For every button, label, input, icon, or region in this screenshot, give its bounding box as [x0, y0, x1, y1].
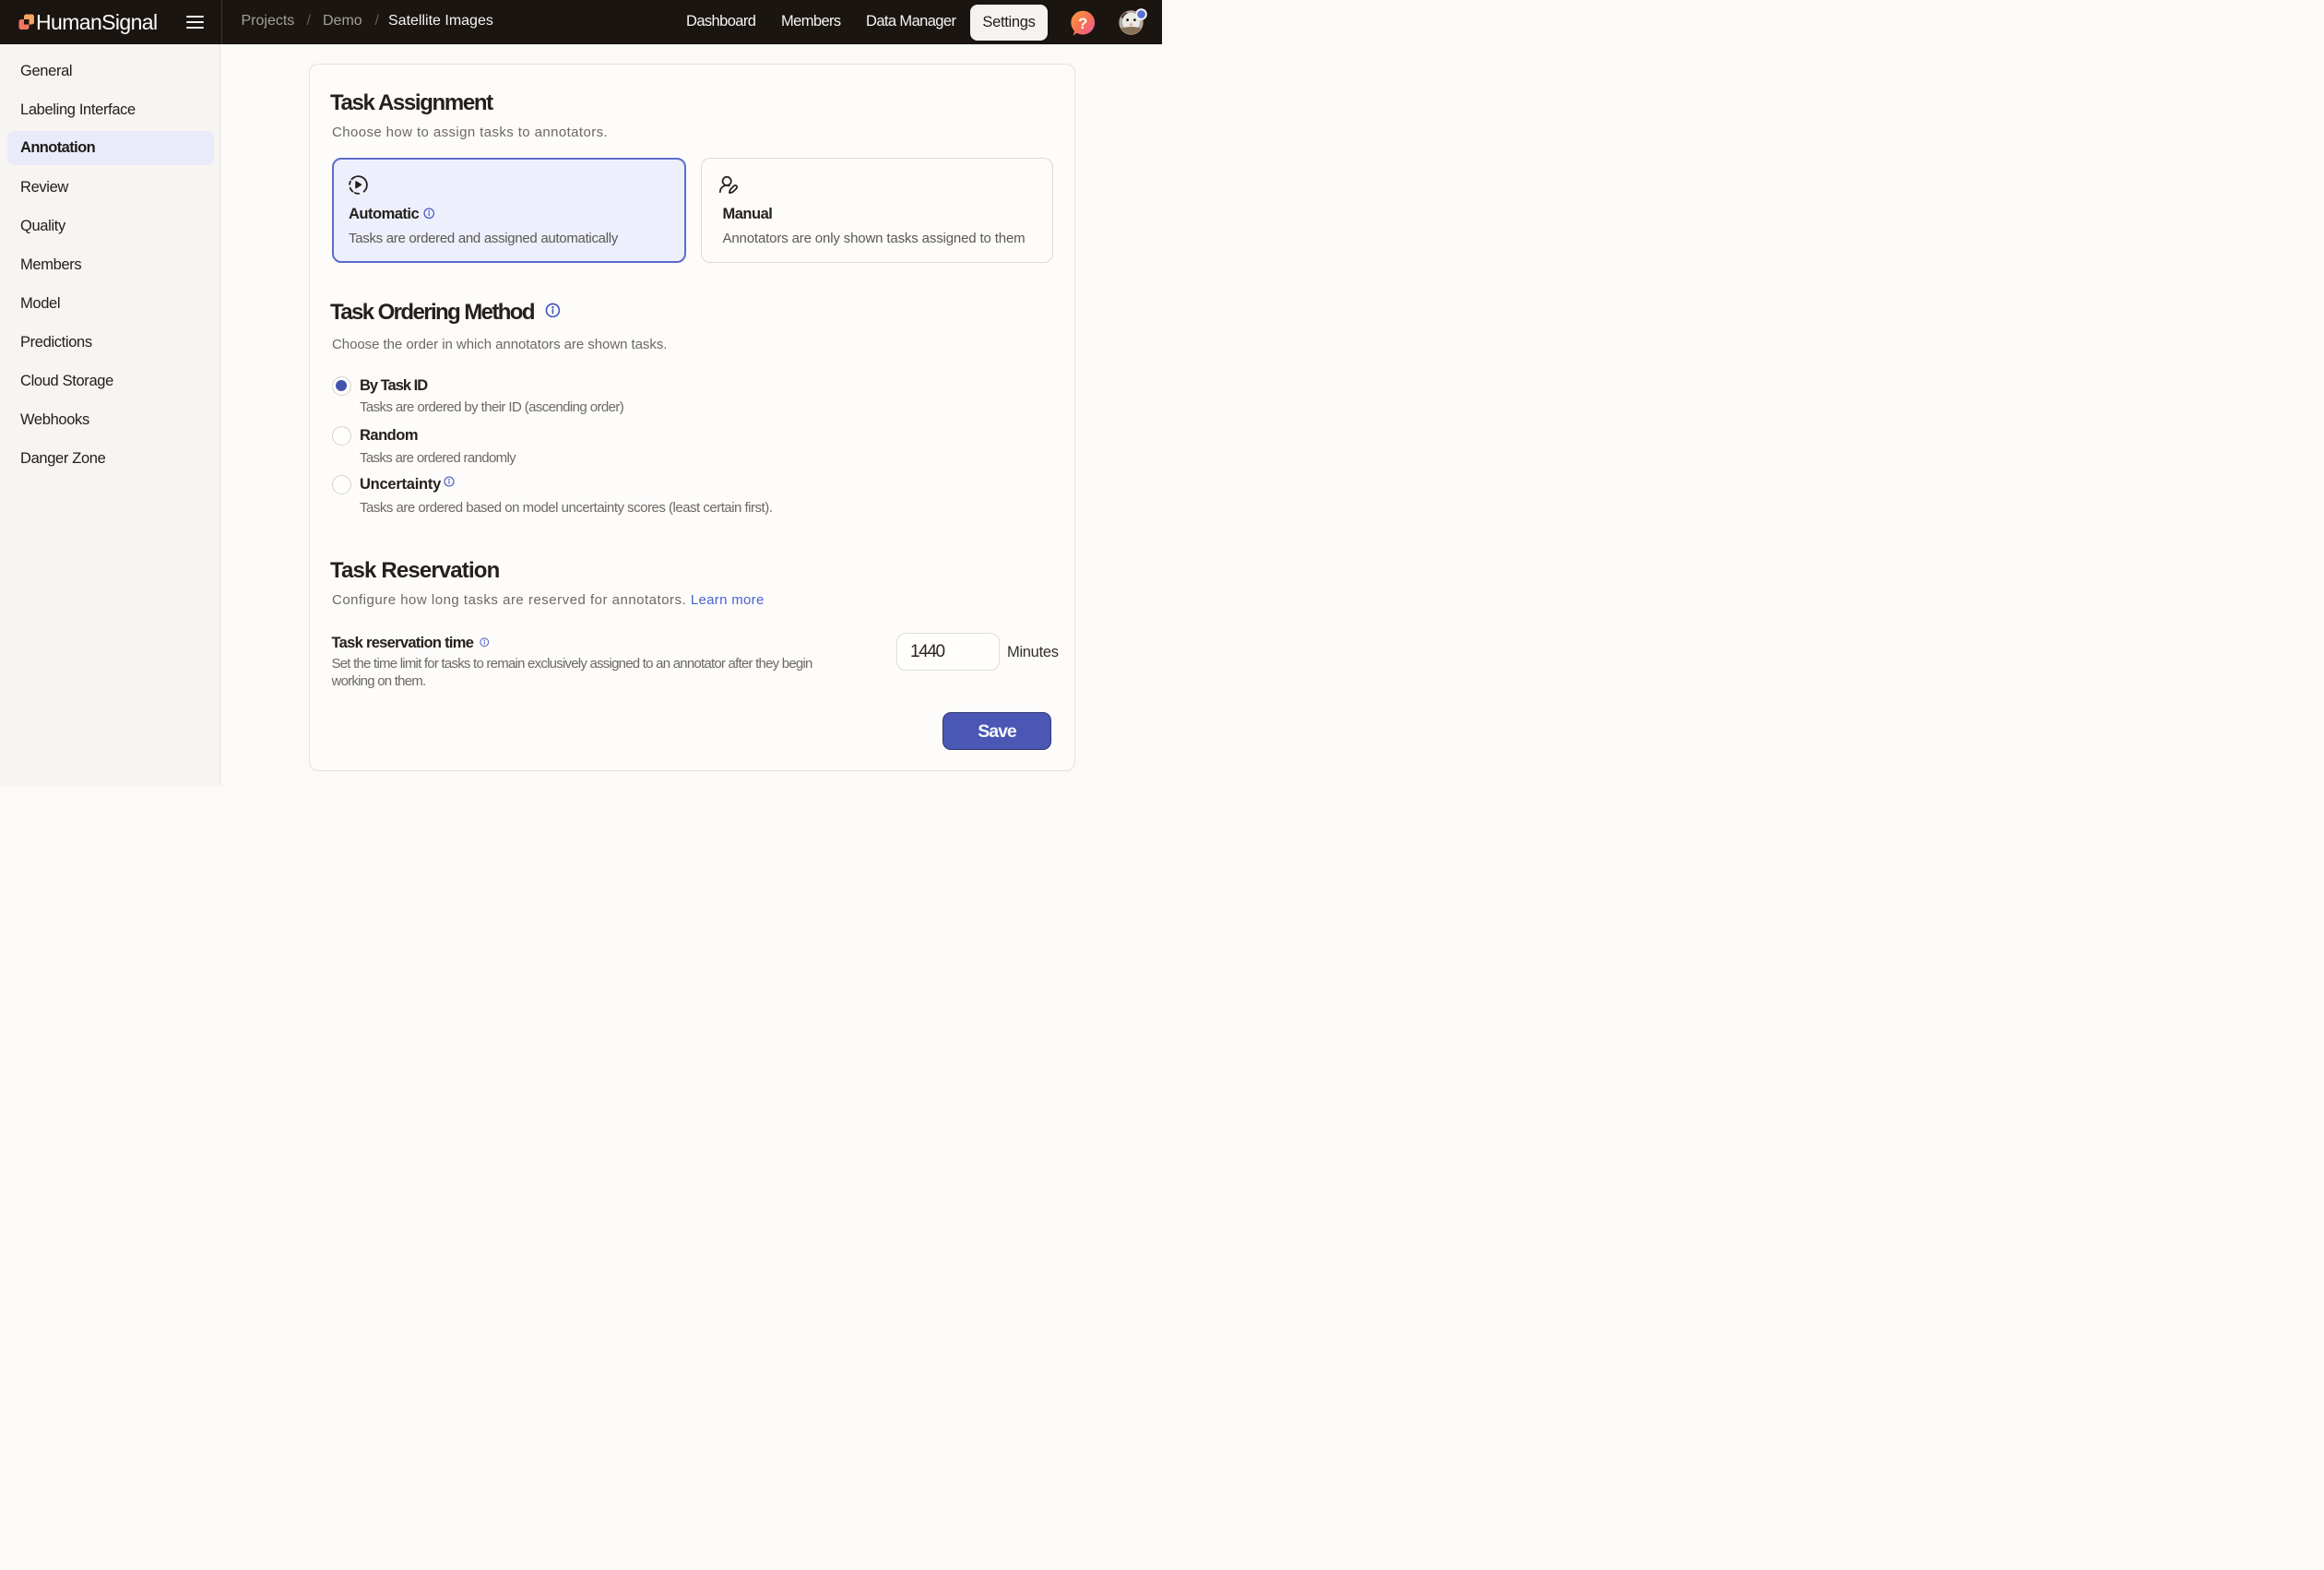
svg-text:?: ?	[1078, 14, 1087, 31]
